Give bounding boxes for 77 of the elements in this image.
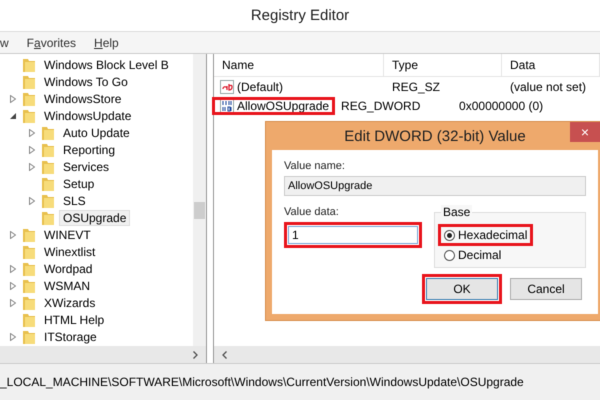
folder-icon [22, 108, 36, 124]
folder-icon [22, 260, 36, 276]
folder-icon [22, 294, 36, 310]
expand-arrow-icon[interactable] [29, 146, 35, 154]
folder-icon [22, 278, 36, 294]
column-header[interactable]: Type [384, 54, 502, 76]
radio-option[interactable]: Hexadecimal [441, 227, 530, 243]
field-label: Value name: [284, 160, 346, 172]
column-header[interactable]: Name [214, 54, 384, 76]
scroll-right-icon[interactable] [193, 350, 198, 358]
menu-item[interactable]: Help [94, 36, 119, 50]
folder-icon [41, 124, 55, 140]
field-label: Value data: [284, 206, 340, 218]
tree-item[interactable]: SLS [59, 192, 90, 208]
value-name[interactable]: AllowOSUpgrade [237, 98, 330, 112]
expand-arrow-icon[interactable] [29, 128, 35, 136]
tree-item[interactable]: XWizards [40, 294, 100, 310]
expand-arrow-icon[interactable] [10, 94, 16, 102]
dialog-button[interactable]: OK [426, 278, 498, 300]
group-label: Base [441, 205, 472, 219]
tree-item[interactable]: Windows Block Level B [40, 56, 173, 72]
tree-item[interactable]: OSUpgrade [59, 210, 130, 226]
expand-arrow-icon[interactable] [29, 162, 35, 170]
folder-icon [41, 192, 55, 208]
folder-icon [41, 158, 55, 174]
value-name-field[interactable]: AllowOSUpgrade [284, 176, 586, 196]
menu-item[interactable]: Favorites [26, 36, 76, 50]
folder-icon [22, 244, 36, 260]
folder-icon [41, 210, 55, 226]
column-header[interactable]: Data [502, 54, 600, 76]
tree-item[interactable]: WindowsStore [40, 90, 126, 106]
menu-item[interactable]: w [0, 36, 9, 50]
value-data: (value not set) [509, 80, 588, 94]
tree-item[interactable]: ITStorage [40, 328, 101, 344]
tree-item[interactable]: WINEVT [40, 226, 95, 242]
value-type: REG_SZ [391, 80, 442, 94]
folder-icon [22, 328, 36, 344]
expand-arrow-icon[interactable] [10, 230, 16, 238]
horizontal-scrollbar[interactable] [0, 346, 206, 363]
tree-item[interactable]: WSMAN [40, 278, 94, 294]
folder-icon [22, 56, 36, 72]
string-value-icon [220, 80, 234, 94]
close-button[interactable]: × [570, 122, 600, 142]
tree-item[interactable]: Wordpad [40, 260, 96, 276]
folder-icon [41, 176, 55, 192]
status-bar: _LOCAL_MACHINE\SOFTWARE\Microsoft\Windows\CurrentVersion\WindowsUpdate\OSUpgrade [0, 363, 600, 400]
vertical-scrollbar[interactable] [193, 54, 206, 346]
folder-icon [22, 312, 36, 328]
tree-item[interactable]: Services [59, 158, 114, 174]
value-name[interactable]: (Default) [237, 80, 284, 94]
value-data: 0x00000000 (0) [458, 98, 544, 112]
expand-arrow-icon[interactable] [10, 264, 16, 272]
dialog-button[interactable]: Cancel [510, 278, 582, 300]
radio-option[interactable]: Decimal [441, 247, 504, 263]
tree-item[interactable]: Auto Update [59, 124, 134, 140]
binary-value-icon [220, 98, 234, 112]
tree-item[interactable]: HTML Help [40, 312, 108, 328]
value-data-field[interactable]: 1 [288, 226, 418, 244]
dialog-title: Edit DWORD (32-bit) Value [344, 128, 526, 144]
value-type: REG_DWORD [340, 98, 422, 112]
expand-arrow-icon[interactable] [29, 196, 35, 204]
tree-item[interactable]: WindowsUpdate [40, 108, 136, 124]
tree-item[interactable]: Setup [59, 176, 98, 192]
folder-icon [22, 226, 36, 242]
horizontal-scrollbar[interactable] [214, 346, 600, 363]
expand-arrow-icon[interactable] [10, 298, 16, 306]
folder-icon [41, 142, 55, 158]
tree-item[interactable]: Winextlist [40, 244, 100, 260]
window-title: Registry Editor [250, 7, 350, 24]
tree-item[interactable]: Windows To Go [40, 74, 132, 90]
tree-item[interactable]: Reporting [59, 142, 120, 158]
expand-arrow-icon[interactable] [10, 332, 16, 340]
folder-icon [22, 74, 36, 90]
folder-icon [22, 90, 36, 106]
expand-arrow-icon[interactable] [10, 282, 16, 290]
collapse-arrow-icon[interactable] [10, 112, 16, 118]
scroll-left-icon[interactable] [222, 350, 227, 358]
